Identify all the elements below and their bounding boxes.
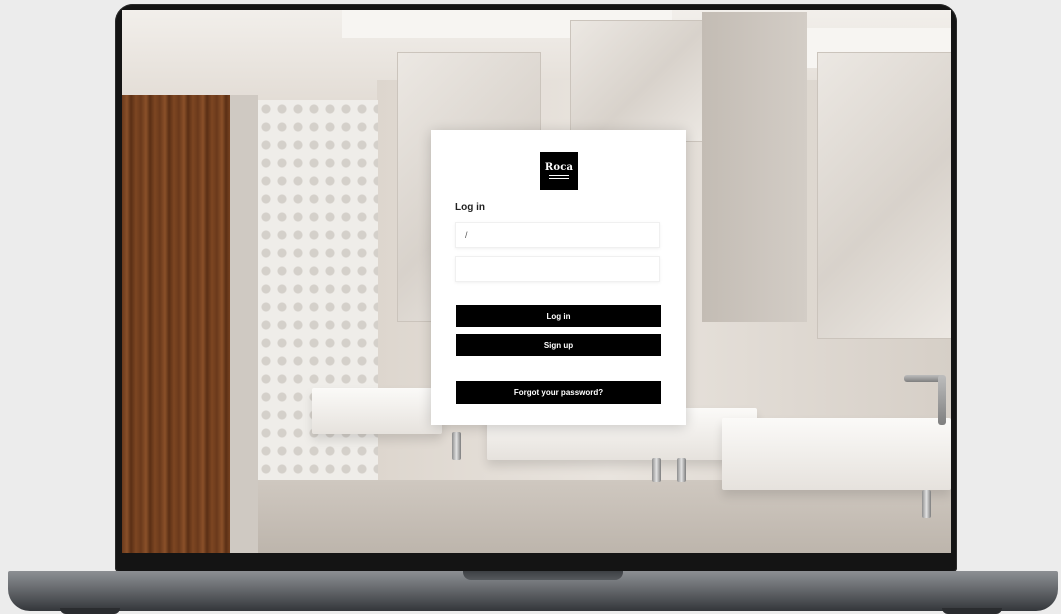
username-input[interactable]: [455, 222, 660, 248]
drain-pipe: [922, 490, 931, 518]
sink-left: [312, 388, 442, 434]
wood-frame: [230, 95, 258, 553]
logo-text: Roca: [544, 162, 574, 173]
forgot-password-label: Forgot your password?: [513, 388, 604, 397]
mirror-right: [817, 52, 951, 339]
logo-wave-icon: [549, 175, 569, 179]
faucet-column: [938, 375, 946, 425]
drain-pipe: [652, 458, 661, 482]
signup-button[interactable]: Sign up: [456, 334, 661, 356]
forgot-password-button[interactable]: Forgot your password?: [456, 381, 661, 404]
laptop-foot: [60, 608, 120, 614]
mirror-center: [570, 20, 705, 142]
sink-right: [722, 418, 951, 490]
wood-panel: [122, 95, 230, 553]
trackpad-notch: [463, 571, 623, 580]
login-card: Roca Log in Log in Sign up Forgot your p…: [431, 130, 686, 425]
signup-button-label: Sign up: [543, 340, 574, 350]
password-input[interactable]: [455, 256, 660, 282]
form-title: Log in: [455, 202, 485, 213]
wall-cabinet: [702, 12, 807, 322]
login-button-label: Log in: [546, 311, 571, 321]
drain-pipe: [677, 458, 686, 482]
laptop-foot: [942, 608, 1002, 614]
floor: [258, 480, 951, 553]
drain-pipe: [452, 432, 461, 460]
laptop-screen: Roca Log in Log in Sign up Forgot your p…: [122, 10, 951, 553]
laptop-base: [8, 571, 1058, 611]
login-button[interactable]: Log in: [456, 305, 661, 327]
roca-logo: Roca: [540, 152, 578, 190]
